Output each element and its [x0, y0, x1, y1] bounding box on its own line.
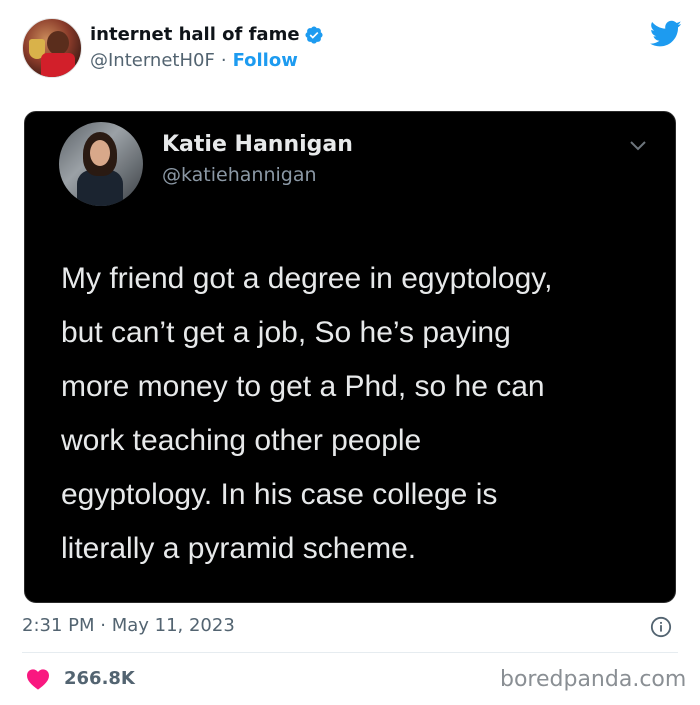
embedded-author-handle: @katiehannigan — [162, 164, 317, 186]
author-name-row: internet hall of fame — [90, 24, 324, 45]
verified-icon — [305, 25, 323, 44]
author-avatar[interactable] — [22, 18, 82, 78]
embedded-tweet-card[interactable]: Katie Hannigan @katiehannigan My friend … — [24, 111, 676, 603]
like-count[interactable]: 266.8K — [64, 668, 135, 689]
author-name[interactable]: internet hall of fame — [90, 24, 300, 45]
embedded-avatar — [59, 122, 143, 206]
author-handle[interactable]: @InternetH0F — [90, 50, 215, 71]
tweet-timestamp[interactable]: 2:31 PM · May 11, 2023 — [22, 615, 235, 636]
divider — [22, 652, 678, 653]
separator: · — [220, 50, 227, 71]
twitter-bird-icon[interactable] — [650, 20, 682, 48]
chevron-down-icon — [630, 141, 646, 151]
embedded-tweet-text: My friend got a degree in egyptology, bu… — [61, 262, 553, 565]
avatar-head — [47, 31, 69, 55]
avatar-jersey — [41, 53, 75, 77]
follow-button[interactable]: Follow — [233, 50, 298, 71]
author-handle-row: @InternetH0F · Follow — [90, 50, 298, 71]
embedded-author-name: Katie Hannigan — [162, 132, 353, 157]
heart-icon[interactable] — [26, 668, 50, 690]
info-icon[interactable] — [650, 616, 672, 638]
watermark: boredpanda.com — [500, 667, 687, 692]
tweet-header: internet hall of fame @InternetH0F · Fol… — [22, 18, 682, 80]
embedded-avatar-face — [90, 140, 110, 166]
